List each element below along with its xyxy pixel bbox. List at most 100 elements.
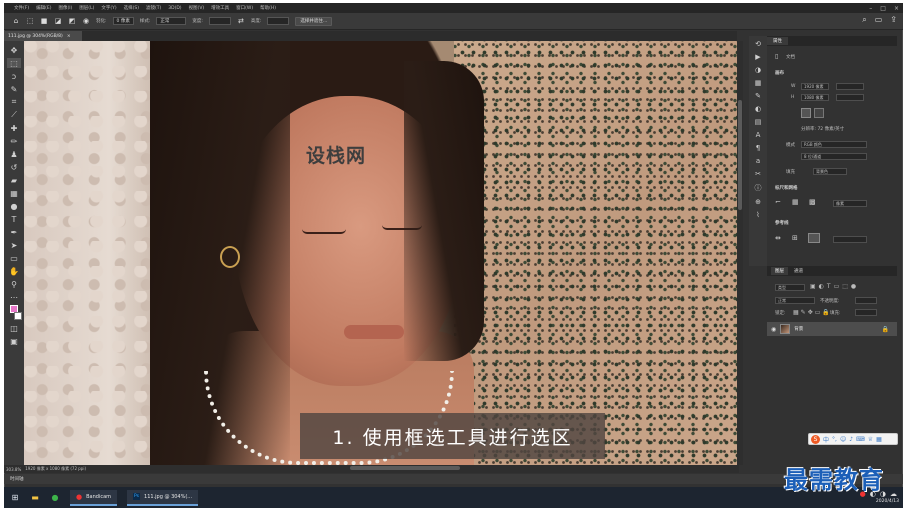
menu-item[interactable]: 文字(Y) — [101, 5, 116, 11]
lock-icons[interactable]: ▦✎✥▭🔒 — [793, 309, 832, 316]
guide-options-icon[interactable]: ⊞ — [792, 234, 798, 242]
menu-item[interactable]: 窗口(W) — [236, 5, 253, 11]
layer-kind-filter[interactable]: 类型 — [775, 284, 805, 291]
taskbar-clock[interactable]: 2020/4/13 — [876, 499, 899, 504]
libraries-icon[interactable]: ▤ — [755, 118, 762, 126]
layer-row-background[interactable]: ◉ 背景 🔒 — [767, 322, 897, 336]
ime-punct-icon[interactable]: °, — [832, 436, 837, 443]
subtract-selection-icon[interactable]: ◩ — [68, 17, 76, 25]
character-icon[interactable]: A — [756, 131, 761, 139]
canvas-height-field[interactable]: 1080 像素 — [801, 94, 829, 101]
zoom-tool-icon[interactable]: ⚲ — [7, 279, 21, 289]
share-icon[interactable]: ⇪ — [890, 15, 897, 25]
gradient-tool-icon[interactable]: ▦ — [7, 188, 21, 198]
ime-keyboard-icon[interactable]: ⌨ — [856, 436, 865, 443]
windows-start-icon[interactable]: ⊞ — [10, 493, 20, 503]
screen-mode-icon[interactable]: ▣ — [7, 336, 21, 346]
browser-icon[interactable]: ● — [50, 493, 60, 503]
height-input[interactable] — [267, 17, 290, 25]
menu-item[interactable]: 图层(L) — [79, 5, 94, 11]
ime-voice-icon[interactable]: ♪ — [849, 436, 853, 443]
rectangle-tool-icon[interactable]: ▭ — [7, 253, 21, 263]
workspace-icon[interactable]: ▭ — [875, 15, 883, 25]
background-color-swatch[interactable] — [14, 312, 22, 320]
quick-mask-icon[interactable]: ◫ — [7, 323, 21, 333]
glyphs-icon[interactable]: a — [756, 157, 760, 165]
pen-tool-icon[interactable]: ✒ — [7, 227, 21, 237]
type-tool-icon[interactable]: T — [7, 214, 21, 224]
brush-settings-icon[interactable]: ✎ — [755, 92, 761, 100]
actions-icon[interactable]: ▶ — [755, 53, 760, 61]
guide-layout-icon[interactable]: ⇹ — [775, 234, 781, 242]
menu-item[interactable]: 增效工具 — [211, 5, 229, 11]
landscape-orientation-icon[interactable] — [814, 108, 824, 118]
feather-input[interactable]: 0 像素 — [112, 17, 134, 25]
minimize-icon[interactable]: – — [869, 5, 872, 12]
ime-mode-icon[interactable]: 中 — [823, 435, 829, 444]
intersect-selection-icon[interactable]: ◉ — [82, 17, 90, 25]
pixel-grid-icon[interactable]: ▩ — [809, 198, 816, 206]
quick-selection-tool-icon[interactable]: ✎ — [7, 84, 21, 94]
info-icon[interactable]: ⓘ — [755, 183, 762, 193]
marquee-preset-icon[interactable]: ⬚ — [26, 17, 34, 25]
layer-filter-icons[interactable]: ▣◐T▭⬚● — [810, 283, 859, 290]
menu-item[interactable]: 图像(I) — [58, 5, 72, 11]
grid-icon[interactable]: ▦ — [792, 198, 799, 206]
document-tab[interactable]: 111.jpg @ 304%(RGB/8) × — [4, 31, 82, 41]
menu-item[interactable]: 文件(F) — [14, 5, 29, 11]
menu-item[interactable]: 帮助(H) — [260, 5, 276, 11]
width-input[interactable] — [208, 17, 231, 25]
eraser-tool-icon[interactable]: ▰ — [7, 175, 21, 185]
sogou-logo-icon[interactable]: S — [811, 434, 820, 444]
blend-mode-select[interactable]: 正常 — [775, 297, 815, 304]
history-icon[interactable]: ⟲ — [755, 40, 761, 48]
more-tools-icon[interactable]: ⋯ — [7, 292, 21, 302]
vertical-scroll-thumb[interactable] — [738, 100, 742, 210]
tab-properties[interactable]: 属性 — [767, 37, 788, 45]
style-select[interactable]: 正常 — [156, 17, 187, 25]
swap-icon[interactable]: ⇄ — [237, 17, 245, 25]
ime-tools-icon[interactable]: ▦ — [876, 436, 882, 443]
horizontal-scroll-thumb[interactable] — [350, 466, 460, 470]
file-explorer-icon[interactable]: ▬ — [30, 493, 40, 503]
close-icon[interactable]: × — [894, 5, 899, 12]
canvas-x-field[interactable] — [836, 83, 864, 90]
portrait-orientation-icon[interactable] — [801, 108, 811, 118]
tab-channels[interactable]: 通道 — [790, 267, 807, 275]
paths-icon[interactable]: ⌇ — [756, 211, 759, 219]
move-tool-icon[interactable]: ✥ — [7, 45, 21, 55]
crop-tool-icon[interactable]: ⌗ — [7, 97, 21, 107]
brush-tool-icon[interactable]: ✏ — [7, 136, 21, 146]
canvas-y-field[interactable] — [836, 94, 864, 101]
timeline-panel-tab[interactable]: 时间轴 — [4, 474, 903, 484]
visibility-eye-icon[interactable]: ◉ — [771, 326, 776, 333]
opacity-input[interactable] — [855, 297, 877, 304]
layer-lock-icon[interactable]: 🔒 — [882, 326, 889, 333]
color-icon[interactable]: ◑ — [755, 66, 761, 74]
add-selection-icon[interactable]: ◪ — [54, 17, 62, 25]
taskbar-app-bandicam[interactable]: ● Bandicam — [70, 489, 118, 506]
history-brush-tool-icon[interactable]: ↺ — [7, 162, 21, 172]
ruler-icon[interactable]: ⌐ — [775, 198, 781, 206]
tools-preset-icon[interactable]: ✂ — [755, 170, 761, 178]
healing-brush-tool-icon[interactable]: ✚ — [7, 123, 21, 133]
close-tab-icon[interactable]: × — [67, 34, 71, 39]
dodge-tool-icon[interactable]: ● — [7, 201, 21, 211]
adjustments-icon[interactable]: ◐ — [755, 105, 761, 113]
notification-icon[interactable]: ☁ — [890, 490, 897, 498]
menu-item[interactable]: 选择(S) — [124, 5, 139, 11]
fill-opacity-input[interactable] — [855, 309, 877, 316]
fill-select[interactable]: 背景色 — [813, 168, 847, 175]
select-and-mask-button[interactable]: 选择并遮住... — [295, 16, 333, 26]
ime-emoji-icon[interactable]: ☺ — [840, 436, 846, 443]
lasso-tool-icon[interactable]: ↄ — [7, 71, 21, 81]
guide-color-icon[interactable] — [808, 233, 820, 243]
ime-skin-icon[interactable]: ♕ — [868, 436, 873, 443]
hand-tool-icon[interactable]: ✋ — [7, 266, 21, 276]
bit-depth-select[interactable]: 8 位/通道 — [801, 153, 867, 160]
menu-item[interactable]: 滤镜(T) — [146, 5, 161, 11]
navigator-icon[interactable]: ⊕ — [755, 198, 761, 206]
canvas-width-field[interactable]: 1920 像素 — [801, 83, 829, 90]
home-icon[interactable]: ⌂ — [12, 17, 20, 25]
tab-layers[interactable]: 图层 — [771, 267, 788, 275]
